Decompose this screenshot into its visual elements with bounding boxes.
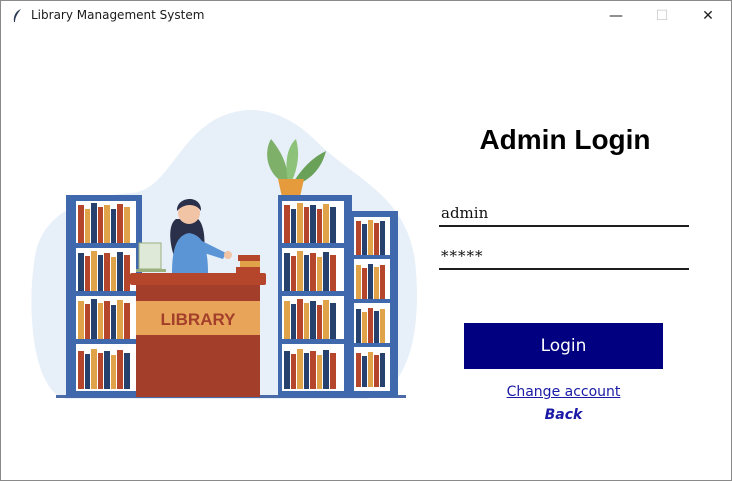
app-window: Library Management System — ☐ ✕ LIBRARY … — [0, 0, 732, 481]
desk-sign: LIBRARY — [161, 310, 237, 329]
password-field[interactable]: ***** — [439, 242, 689, 270]
maximize-button[interactable]: ☐ — [639, 1, 685, 31]
library-desk: LIBRARY — [130, 255, 266, 397]
page-title: Admin Login — [479, 124, 651, 155]
minimize-button[interactable]: — — [593, 1, 639, 31]
login-button[interactable]: Login — [464, 323, 663, 369]
change-account-link[interactable]: Change account — [464, 384, 663, 400]
library-illustration: LIBRARY — [31, 110, 417, 399]
window-title: Library Management System — [31, 8, 205, 22]
username-field[interactable]: admin — [439, 199, 689, 227]
close-button[interactable]: ✕ — [685, 1, 731, 31]
feather-icon — [13, 9, 21, 22]
back-link[interactable]: Back — [464, 407, 663, 423]
title-bar: Library Management System — ☐ ✕ — [1, 1, 731, 31]
left-shelf-books — [76, 203, 136, 389]
